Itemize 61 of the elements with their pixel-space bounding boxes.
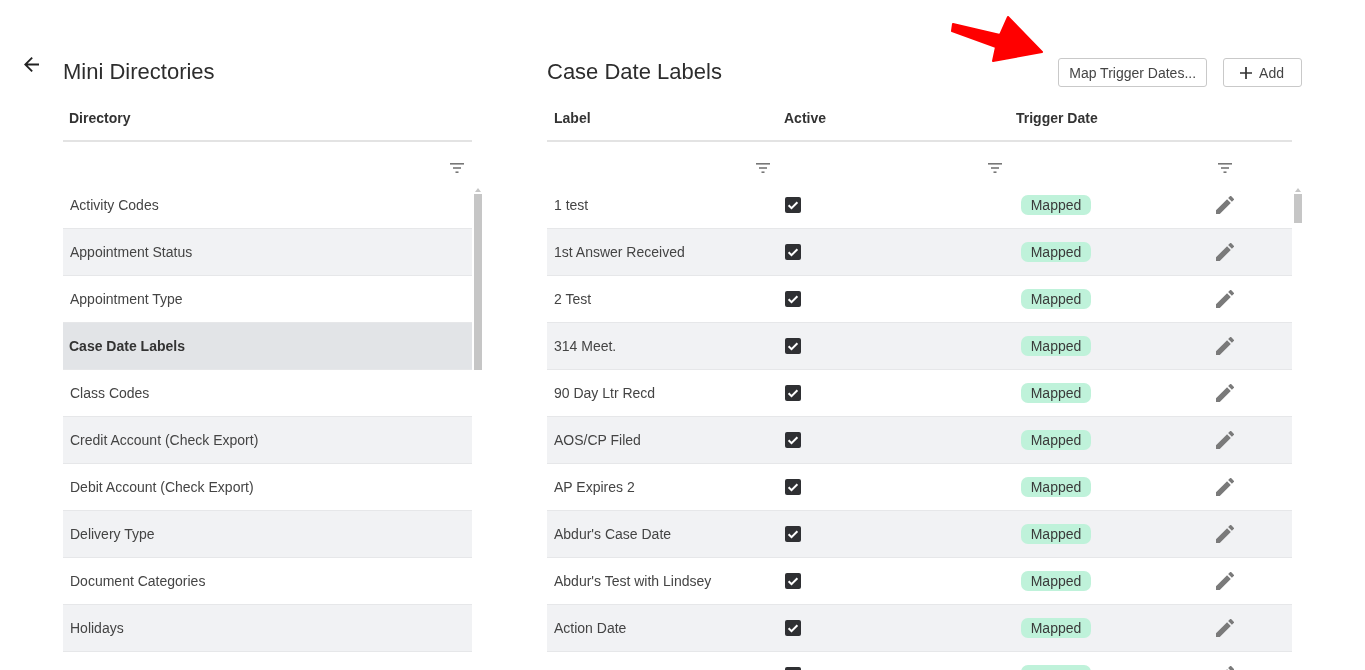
column-header[interactable]: Trigger Date <box>1009 110 1205 126</box>
checkbox[interactable] <box>785 432 801 448</box>
panel-title: Case Date Labels <box>547 58 722 86</box>
pencil-icon[interactable] <box>1216 478 1234 496</box>
checkbox[interactable] <box>785 620 801 636</box>
checkbox[interactable] <box>785 526 801 542</box>
directory-item[interactable]: Holidays <box>63 605 472 652</box>
pencil-icon[interactable] <box>1216 525 1234 543</box>
label-cell: 1st Answer Received <box>554 244 685 260</box>
column-header[interactable]: Active <box>777 110 1009 126</box>
directory-item[interactable]: Case Date Labels <box>63 323 472 370</box>
label-cell: 2 Test <box>554 291 592 307</box>
label-cell: 314 Meet. <box>554 338 617 354</box>
pencil-icon[interactable] <box>1216 572 1234 590</box>
status-pill: Mapped <box>1021 195 1091 215</box>
label-cell: 1 test <box>554 197 589 213</box>
map-trigger-dates-button[interactable]: Map Trigger Dates... <box>1058 58 1208 87</box>
label-cell: AOS/CP Filed <box>554 432 641 448</box>
column-header[interactable]: Directory <box>69 110 131 126</box>
status-pill: Mapped <box>1021 477 1091 497</box>
label-cell: Abdur's Case Date <box>554 526 672 542</box>
column-header[interactable]: Label <box>547 110 777 126</box>
pencil-icon[interactable] <box>1216 384 1234 402</box>
pencil-icon[interactable] <box>1216 337 1234 355</box>
status-pill: Mapped <box>1021 571 1091 591</box>
plus-icon <box>1240 66 1253 79</box>
checkbox[interactable] <box>785 197 801 213</box>
checkbox[interactable] <box>785 244 801 260</box>
pencil-icon[interactable] <box>1216 290 1234 308</box>
checkbox[interactable] <box>785 573 801 589</box>
checkbox[interactable] <box>785 479 801 495</box>
checkbox[interactable] <box>785 385 801 401</box>
scrollbar-thumb[interactable] <box>474 194 482 370</box>
status-pill: Mapped <box>1021 430 1091 450</box>
status-pill: Mapped <box>1021 524 1091 544</box>
pencil-icon[interactable] <box>1216 431 1234 449</box>
label-cell: Action Date <box>554 620 627 636</box>
pencil-icon[interactable] <box>1216 196 1234 214</box>
filter-icon[interactable] <box>1218 163 1232 173</box>
pencil-icon[interactable] <box>1216 619 1234 637</box>
status-pill: Mapped <box>1021 383 1091 403</box>
add-button[interactable]: Add <box>1223 58 1302 87</box>
status-pill: Mapped <box>1021 336 1091 356</box>
label-cell: Abdur's Test with Lindsey <box>554 573 712 589</box>
filter-icon[interactable] <box>450 163 464 173</box>
status-pill: Mapped <box>1021 618 1091 638</box>
panel-title: Mini Directories <box>63 58 216 86</box>
status-pill: Mapped <box>1021 242 1091 262</box>
label-cell: 90 Day Ltr Recd <box>554 385 656 401</box>
filter-icon[interactable] <box>988 163 1002 173</box>
scrollbar-thumb[interactable] <box>1294 194 1302 223</box>
filter-icon[interactable] <box>756 163 770 173</box>
checkbox[interactable] <box>785 291 801 307</box>
directory-item[interactable]: Appointment Status <box>63 229 472 276</box>
status-pill: Mapped <box>1021 289 1091 309</box>
label-cell: AP Expires 2 <box>554 479 635 495</box>
directory-item[interactable]: Credit Account (Check Export) <box>63 417 472 464</box>
checkbox[interactable] <box>785 338 801 354</box>
back-arrow-icon[interactable] <box>24 57 39 72</box>
pencil-icon[interactable] <box>1216 243 1234 261</box>
directory-item[interactable]: Delivery Type <box>63 511 472 558</box>
